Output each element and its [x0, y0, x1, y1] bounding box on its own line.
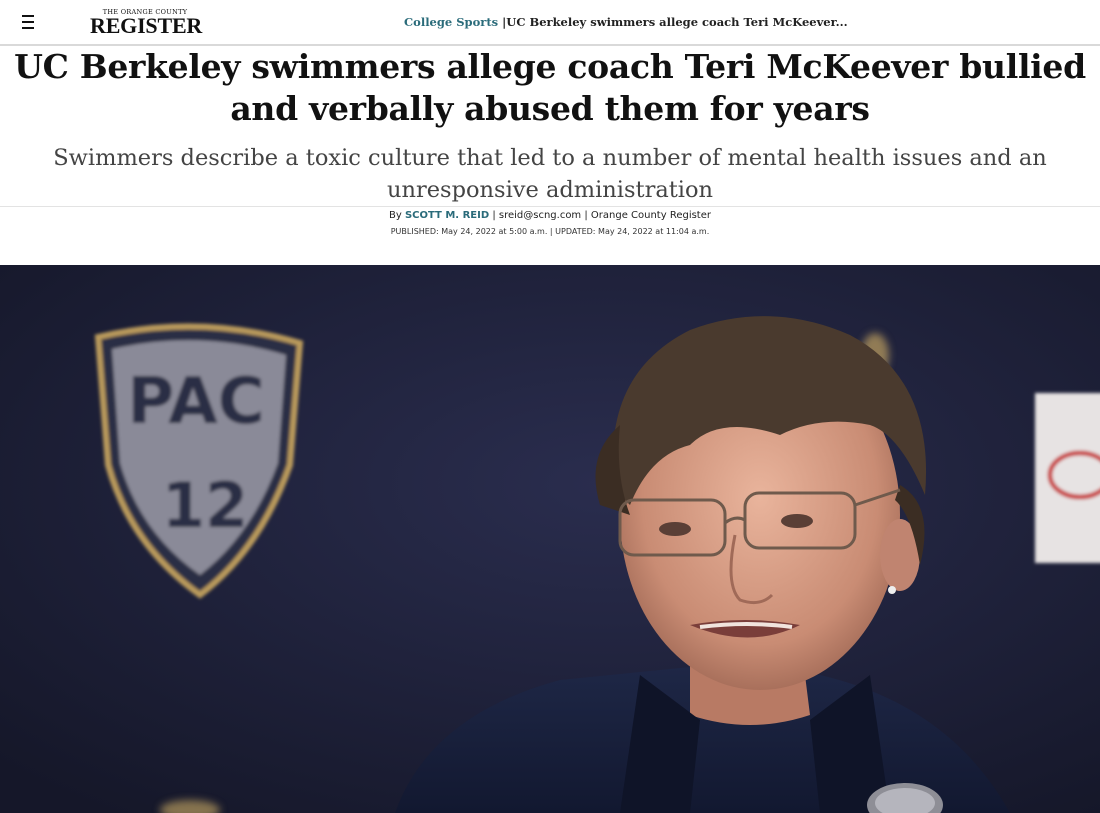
breadcrumb: College Sports |UC Berkeley swimmers all… [404, 15, 848, 29]
svg-text:12: 12 [162, 469, 248, 542]
publish-dates: PUBLISHED: May 24, 2022 at 5:00 a.m. | U… [390, 227, 710, 236]
sponsor-logo-backdrop [1035, 393, 1100, 563]
byline-details: | sreid@scng.com | Orange County Registe… [489, 210, 711, 221]
svg-text:PAC: PAC [127, 365, 265, 439]
article-subheadline: Swimmers describe a toxic culture that l… [53, 145, 1047, 203]
photo-illustration: PAC 12 [0, 265, 1100, 813]
byline-prefix: By [388, 210, 405, 221]
logo-text: REGISTER [90, 13, 203, 38]
site-header: THE ORANGE COUNTY REGISTER College Sport… [0, 0, 1100, 46]
hamburger-menu-icon[interactable] [18, 13, 38, 31]
article-photo[interactable]: PAC 12 [0, 265, 1100, 813]
breadcrumb-title: UC Berkeley swimmers allege coach Teri M… [506, 15, 848, 29]
site-logo[interactable]: THE ORANGE COUNTY REGISTER [90, 9, 203, 38]
author-link[interactable]: SCOTT M. REID [405, 210, 489, 221]
divider [0, 206, 1100, 207]
byline: By SCOTT M. REID | sreid@scng.com | Oran… [0, 210, 1100, 221]
article-headline: UC Berkeley swimmers allege coach Teri M… [14, 47, 1086, 128]
breadcrumb-section-link[interactable]: College Sports [404, 15, 498, 29]
